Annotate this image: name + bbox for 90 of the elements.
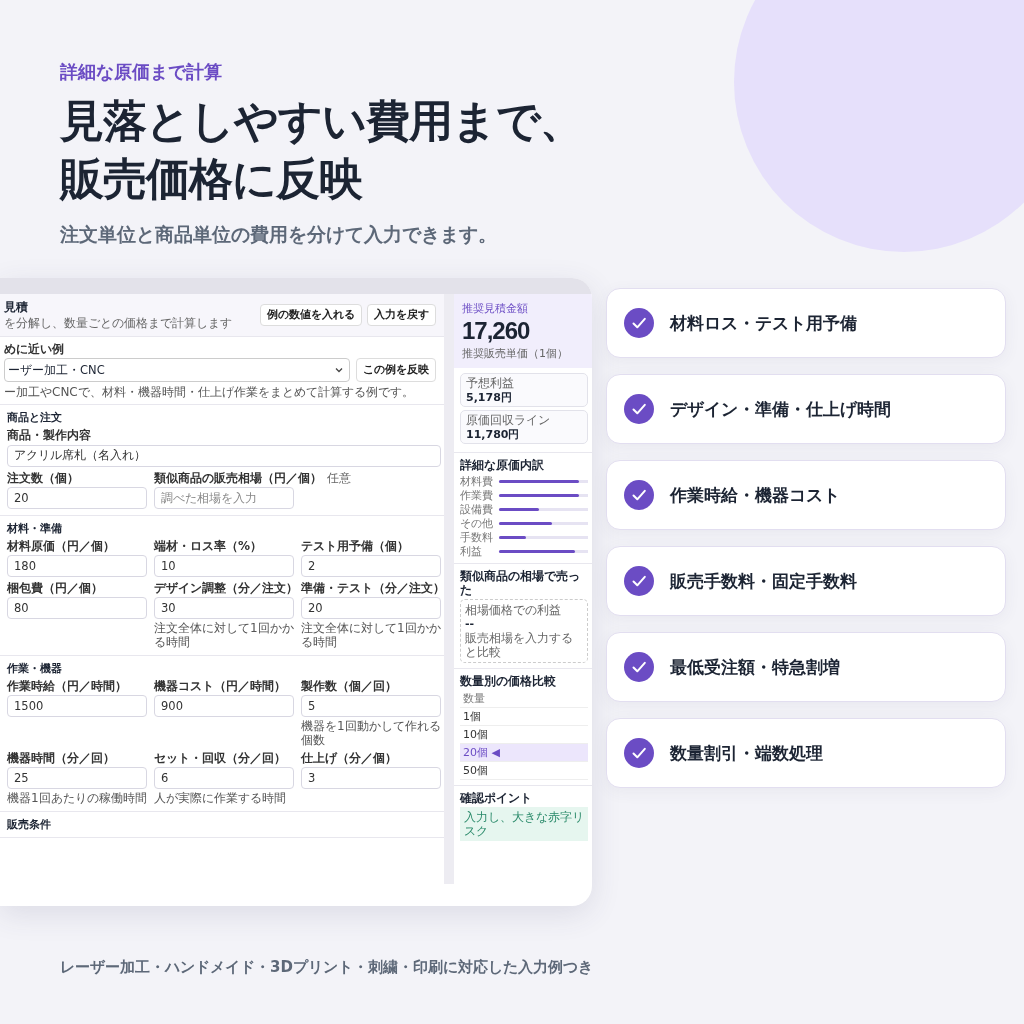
section-title: 商品と注文	[7, 411, 63, 425]
panel-subtitle: を分解し、数量ごとの価格まで計算します	[4, 316, 232, 330]
section-title: 類似商品の相場で売った	[460, 569, 581, 597]
field-label: 製作数（個／回）	[301, 678, 397, 693]
field-label: テスト用予備（個）	[301, 538, 409, 553]
comparison-hint: 販売相場を入力すると比較	[465, 631, 574, 659]
metric-label: 予想利益	[466, 376, 515, 390]
feature-label: 作業時給・機器コスト	[670, 483, 840, 507]
field-label: 類似商品の販売相場（円／個） 任意	[154, 470, 351, 485]
action-button[interactable]: 例の数値を入れる	[260, 304, 362, 326]
input-field[interactable]: 2	[301, 554, 441, 577]
input-field[interactable]: 20	[301, 596, 441, 619]
headline-line: 販売価格に反映	[60, 152, 364, 206]
section-title: 数量別の価格比較	[460, 674, 557, 688]
check-circle-icon	[624, 566, 654, 596]
comparison-label: 相場価格での利益	[465, 603, 562, 617]
cost-label: 利益	[460, 544, 483, 558]
field-label: 端材・ロス率（%）	[154, 538, 263, 553]
action-button[interactable]: 入力を戻す	[367, 304, 436, 326]
total-amount: 17,260	[462, 317, 531, 345]
chevron-down-icon	[335, 367, 343, 373]
table-row[interactable]: 1個	[460, 708, 588, 726]
field-label: セット・回収（分／回）	[154, 750, 286, 765]
input-field[interactable]: アクリル席札（名入れ）	[7, 444, 441, 467]
field-label: デザイン調整（分／注文）	[154, 580, 298, 595]
check-circle-icon	[624, 308, 654, 338]
example-select[interactable]: ーザー加工・CNC	[4, 358, 350, 382]
metric-value: 5,178円	[466, 391, 513, 404]
eyebrow-text: 詳細な原価まで計算	[60, 60, 223, 84]
field-label: めに近い例	[4, 342, 64, 356]
hint-text: 機器1回あたりの稼働時間	[7, 790, 147, 805]
comparison-value: --	[465, 618, 476, 630]
field-label: 注文数（個）	[7, 470, 79, 485]
cost-label: その他	[460, 516, 494, 530]
section-title: 材料・準備	[7, 521, 63, 536]
input-field[interactable]: 80	[7, 596, 147, 619]
panel-title: 見積	[4, 300, 29, 314]
field-label: 準備・テスト（分／注文）	[301, 580, 445, 595]
feature-label: 材料ロス・テスト用予備	[670, 311, 857, 335]
headline-line: 見落としやすい費用まで、	[60, 94, 584, 148]
footer-text: レーザー加工・ハンドメイド・3Dプリント・刺繍・印刷に対応した入力例つき	[60, 958, 593, 977]
field-label: 機器コスト（円／時間）	[154, 678, 286, 693]
hint-text: ー加工やCNCで、材料・機器時間・仕上げ作業をまとめて計算する例です。	[4, 385, 415, 399]
hint-text: 注文全体に対して1回かかる時間	[301, 620, 441, 649]
apply-example-button[interactable]: この例を反映	[356, 358, 436, 382]
check-circle-icon	[624, 738, 654, 768]
feature-label: 最低受注額・特急割増	[670, 655, 840, 679]
input-field[interactable]: 調べた相場を入力	[154, 486, 294, 509]
feature-label: デザイン・準備・仕上げ時間	[670, 397, 891, 421]
check-circle-icon	[624, 480, 654, 510]
input-field[interactable]: 5	[301, 694, 441, 717]
table-row[interactable]: 20個 ◀	[460, 744, 588, 762]
hint-text: 機器を1回動かして作れる個数	[301, 718, 441, 747]
feature-label: 数量割引・端数処理	[670, 741, 823, 765]
feature-label: 販売手数料・固定手数料	[670, 569, 857, 593]
input-field[interactable]: 3	[301, 766, 441, 789]
field-label: 作業時給（円／時間）	[7, 678, 127, 693]
field-label: 機器時間（分／回）	[7, 750, 115, 765]
table-header: 数量	[460, 690, 588, 708]
total-label: 推奨見積金額	[462, 302, 529, 315]
cost-label: 設備費	[460, 502, 494, 516]
input-field[interactable]: 10	[154, 554, 294, 577]
metric-value: 11,780円	[466, 428, 521, 441]
field-label: 仕上げ（分／個）	[301, 750, 397, 765]
table-row[interactable]: 50個	[460, 762, 588, 780]
cost-label: 手数料	[460, 530, 494, 544]
section-title: 販売条件	[7, 817, 52, 832]
input-field[interactable]: 30	[154, 596, 294, 619]
section-title: 作業・機器	[7, 661, 63, 676]
section-title: 詳細な原価内訳	[460, 458, 545, 472]
check-circle-icon	[624, 394, 654, 424]
input-field[interactable]: 900	[154, 694, 294, 717]
subtitle-text: 注文単位と商品単位の費用を分けて入力できます。	[60, 222, 498, 247]
input-field[interactable]: 180	[7, 554, 147, 577]
metric-label: 原価回収ライン	[466, 413, 551, 427]
field-label: 材料原価（円／個）	[7, 538, 115, 553]
input-field[interactable]: 6	[154, 766, 294, 789]
unit-price-label: 推奨販売単価（1個）	[462, 347, 569, 360]
hint-text: 人が実際に作業する時間	[154, 790, 287, 805]
input-field[interactable]: 1500	[7, 694, 147, 717]
check-circle-icon	[624, 652, 654, 682]
cost-label: 材料費	[460, 474, 494, 488]
hint-text: 注文全体に対して1回かかる時間	[154, 620, 294, 649]
section-title: 確認ポイント	[460, 791, 533, 805]
check-note: 入力し、大きな赤字リスク	[460, 807, 588, 841]
input-field[interactable]: 20	[7, 486, 147, 509]
input-field[interactable]: 25	[7, 766, 147, 789]
field-label: 梱包費（円／個）	[7, 580, 103, 595]
cost-label: 作業費	[460, 488, 494, 502]
field-label: 商品・製作内容	[7, 428, 91, 442]
